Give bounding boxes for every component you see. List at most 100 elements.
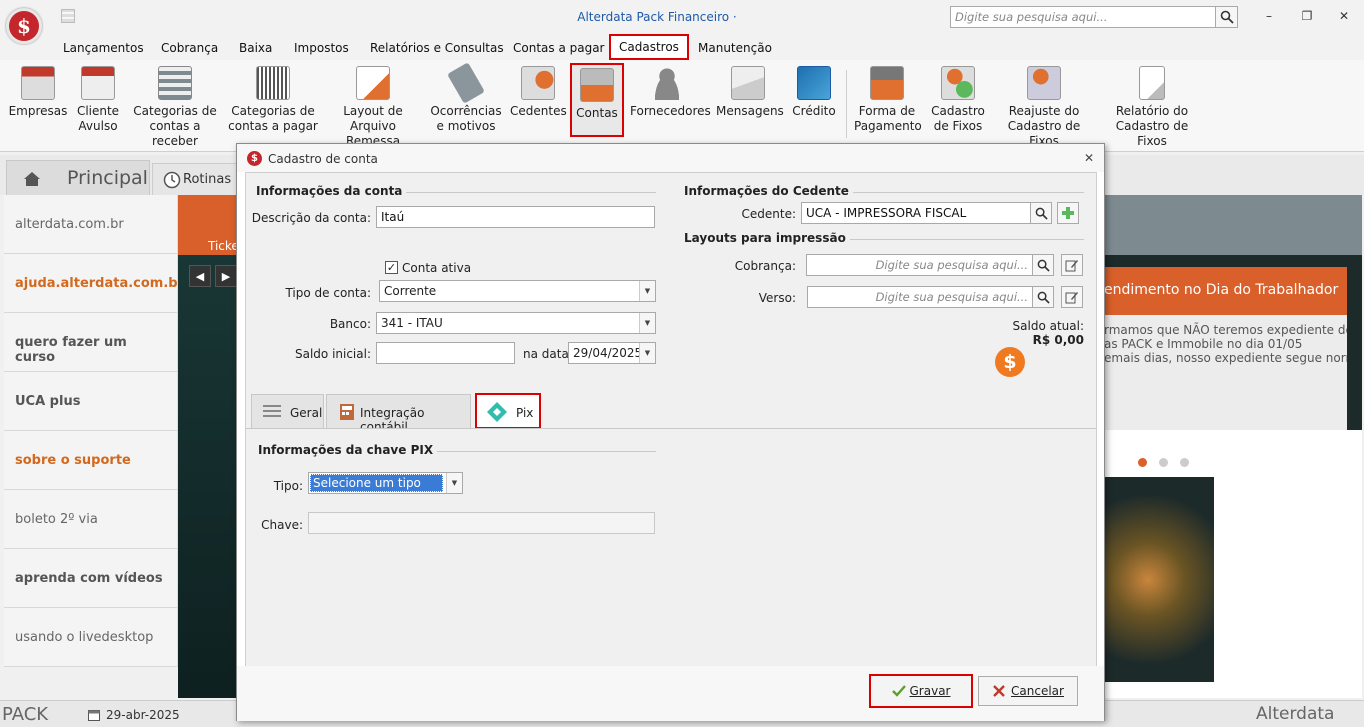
saldo-atual-value: R$ 0,00 (1032, 333, 1084, 347)
ribbon-categorias-pagar-button[interactable]: Categorias de contas a pagar (228, 66, 318, 134)
edit-icon[interactable] (1061, 286, 1083, 308)
ticket-banner[interactable]: Ticke (178, 195, 237, 255)
menu-bar: Lançamentos Cobrança Baixa Impostos Rela… (0, 34, 1364, 60)
ribbon-fornecedores-button[interactable]: Fornecedores (630, 66, 711, 119)
cobranca-label: Cobrança: (734, 259, 796, 273)
ribbon-layout-remessa-button[interactable]: Layout de Arquivo Remessa (324, 66, 422, 149)
na-data-label: na data (523, 347, 569, 361)
cancelar-button[interactable]: Cancelar (978, 676, 1078, 706)
ribbon-cadastro-fixos-button[interactable]: Cadastro de Fixos (928, 66, 988, 134)
search-icon[interactable] (1032, 254, 1054, 276)
saldo-inicial-label: Saldo inicial: (294, 347, 371, 361)
envelope-icon (731, 66, 765, 100)
tab-principal[interactable]: Principal (6, 160, 150, 196)
search-icon[interactable] (1030, 202, 1052, 224)
sidebar-item-videos[interactable]: aprenda com vídeos (4, 549, 178, 608)
ribbon-empresas-button[interactable]: Empresas (8, 66, 68, 119)
edit-icon[interactable] (1061, 254, 1083, 276)
ribbon-mensagens-button[interactable]: Mensagens (716, 66, 784, 119)
menu-cobranca[interactable]: Cobrança (155, 39, 224, 59)
search-icon[interactable] (1216, 6, 1238, 28)
carousel-next-button[interactable]: ▶ (215, 265, 237, 287)
conta-ativa-label: Conta ativa (402, 261, 472, 275)
cedente-label: Cedente: (741, 207, 797, 221)
menu-baixa[interactable]: Baixa (233, 39, 278, 59)
news-title[interactable]: endimento no Dia do Trabalhador (1104, 267, 1347, 315)
menu-lancamentos[interactable]: Lançamentos (57, 39, 150, 59)
ribbon-relatorio-fixos-button[interactable]: Relatório do Cadastro de Fixos (1102, 66, 1202, 149)
search-icon[interactable] (1032, 286, 1054, 308)
tipo-conta-select[interactable]: Corrente ▼ (379, 280, 656, 302)
app-logo-icon[interactable]: $ (6, 8, 42, 44)
menu-cadastros[interactable]: Cadastros (609, 34, 689, 60)
list-icon (158, 66, 192, 100)
chevron-down-icon[interactable]: ▼ (639, 313, 655, 333)
restore-icon[interactable]: ❐ (1300, 9, 1314, 23)
carousel-dots[interactable] (1138, 456, 1201, 470)
carousel-dot[interactable] (1138, 458, 1147, 467)
ribbon-categorias-receber-button[interactable]: Categorias de contas a receber (128, 66, 222, 149)
minimize-icon[interactable]: – (1262, 9, 1276, 23)
carousel-dot[interactable] (1159, 458, 1168, 467)
close-icon[interactable]: ✕ (1337, 9, 1351, 23)
app-window: Alterdata Pack Financeiro · Digite sua p… (0, 0, 1364, 727)
report-icon (1139, 66, 1165, 100)
carousel-dot[interactable] (1180, 458, 1189, 467)
banco-select[interactable]: 341 - ITAU ▼ (376, 312, 656, 334)
tipo-conta-label: Tipo de conta: (285, 286, 371, 300)
carousel-prev-button[interactable]: ◀ (189, 265, 211, 287)
pix-tipo-select[interactable]: Selecione um tipo ▼ (308, 472, 463, 494)
dialog-button-bar (237, 666, 1104, 721)
calendar-icon (88, 710, 100, 721)
ribbon-cliente-avulso-button[interactable]: Cliente Avulso (72, 66, 124, 134)
sidebar: alterdata.com.br ajuda.alterdata.com.br … (4, 195, 184, 667)
cobranca-layout-input[interactable]: Digite sua pesquisa aqui... (806, 254, 1033, 276)
add-icon[interactable] (1057, 202, 1079, 224)
chevron-down-icon[interactable]: ▼ (446, 473, 462, 493)
data-input[interactable]: 29/04/2025 ▼ (568, 342, 656, 364)
calendar-icon (81, 66, 115, 100)
cedente-input[interactable]: UCA - IMPRESSORA FISCAL (801, 202, 1031, 224)
sidebar-item-alterdata[interactable]: alterdata.com.br (4, 195, 178, 254)
sidebar-item-uca-plus[interactable]: UCA plus (4, 372, 178, 431)
section-informacoes-cedente: Informações do Cedente (684, 184, 853, 198)
ribbon-forma-pagamento-button[interactable]: Forma de Pagamento (854, 66, 922, 134)
tab-pix[interactable]: Pix (475, 393, 541, 429)
sidebar-item-ajuda[interactable]: ajuda.alterdata.com.br (4, 254, 184, 313)
ribbon-ocorrencias-button[interactable]: Ocorrências e motivos (430, 62, 502, 134)
pix-icon (487, 402, 507, 422)
ribbon-contas-button[interactable]: Contas (570, 63, 624, 137)
conta-ativa-checkbox[interactable]: ✓ (385, 261, 398, 274)
ribbon-separator (846, 70, 847, 138)
sidebar-item-suporte[interactable]: sobre o suporte (4, 431, 178, 490)
menu-manutencao[interactable]: Manutenção (692, 39, 778, 59)
ticket-icon (447, 62, 485, 104)
descricao-input[interactable]: Itaú (376, 206, 655, 228)
menu-relatorios[interactable]: Relatórios e Consultas (364, 39, 510, 59)
gravar-button[interactable]: Gravar (869, 674, 973, 708)
menu-impostos[interactable]: Impostos (288, 39, 355, 59)
sidebar-item-curso[interactable]: quero fazer um curso (4, 313, 178, 372)
menu-contas-a-pagar[interactable]: Contas a pagar (507, 39, 611, 59)
sidebar-item-livedesktop[interactable]: usando o livedesktop (4, 608, 178, 667)
pin-edit-icon (1027, 66, 1061, 100)
ribbon-credito-button[interactable]: Crédito (790, 66, 838, 119)
global-search-input[interactable]: Digite sua pesquisa aqui... (950, 6, 1216, 28)
sidebar-item-boleto[interactable]: boleto 2º via (4, 490, 178, 549)
ribbon-cedentes-button[interactable]: Cedentes (510, 66, 567, 119)
verso-layout-input[interactable]: Digite sua pesquisa aqui... (807, 286, 1033, 308)
tab-rotinas[interactable]: Rotinas aut (152, 163, 242, 195)
verso-label: Verso: (758, 291, 796, 305)
chevron-down-icon[interactable]: ▼ (639, 281, 655, 301)
pix-chave-input[interactable] (308, 512, 655, 534)
close-icon[interactable]: ✕ (1084, 151, 1094, 165)
payment-icon (870, 66, 904, 100)
app-logo-icon: $ (247, 151, 262, 166)
chevron-down-icon[interactable]: ▼ (639, 343, 655, 363)
tab-integracao-contabil[interactable]: Integração contábil (326, 394, 471, 434)
check-icon (891, 685, 906, 697)
cadastro-conta-dialog: $ Cadastro de conta ✕ Informações da con… (236, 143, 1105, 721)
tab-geral[interactable]: Geral (251, 394, 324, 428)
saldo-inicial-input[interactable] (376, 342, 515, 364)
ribbon-reajuste-fixos-button[interactable]: Reajuste do Cadastro de Fixos (994, 66, 1094, 149)
